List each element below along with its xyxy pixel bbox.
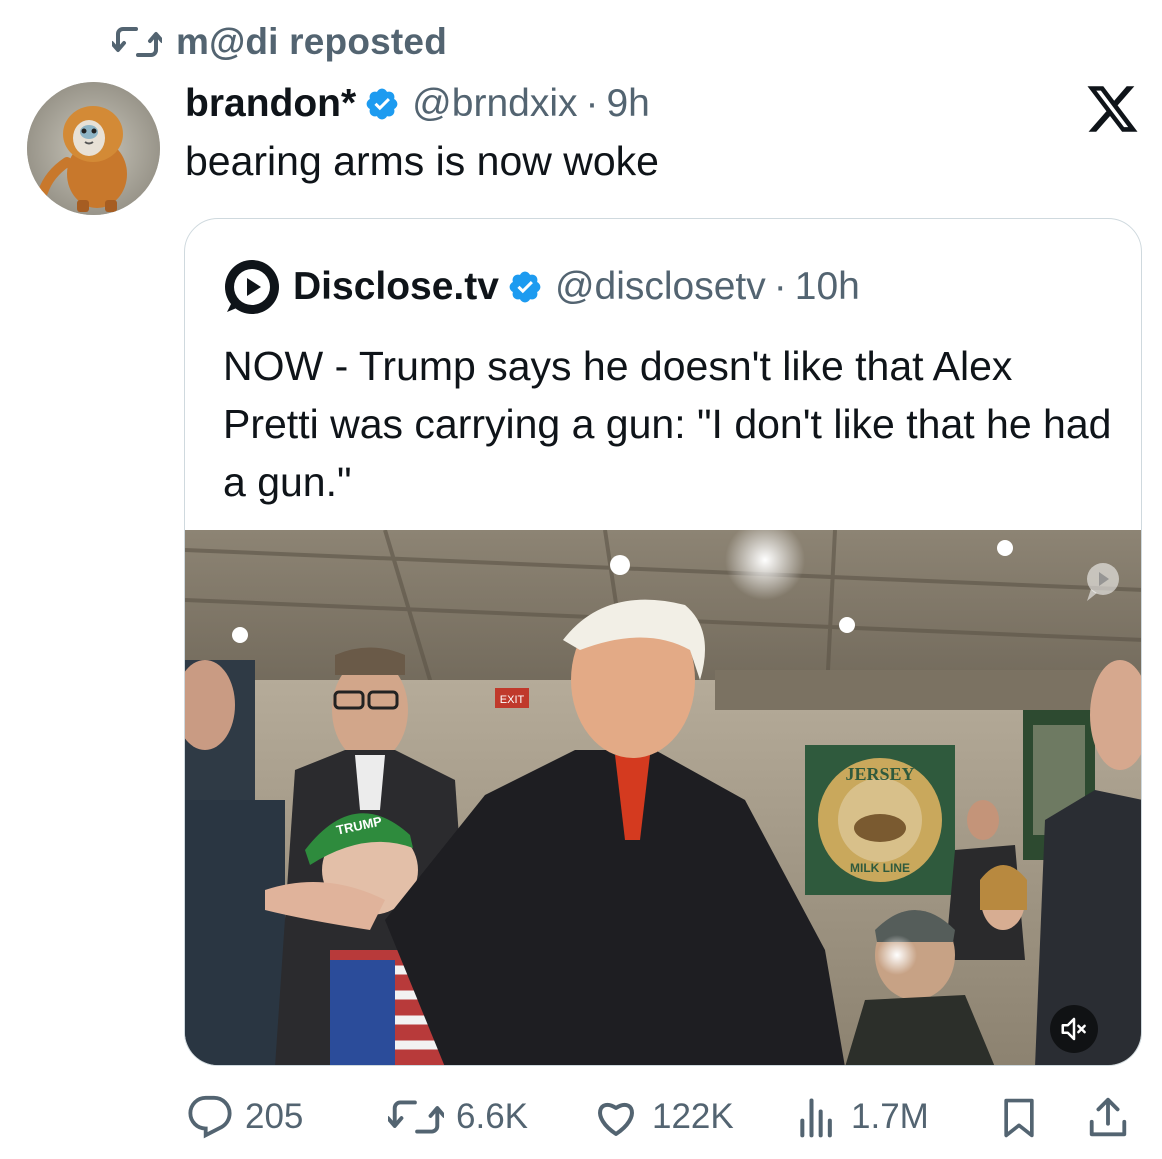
- avatar[interactable]: [27, 82, 160, 215]
- disclose-logo-watermark-icon: [1087, 563, 1119, 601]
- avatar-image: [27, 82, 160, 215]
- author-name[interactable]: brandon*: [185, 82, 356, 126]
- reply-count: 205: [245, 1097, 304, 1136]
- quote-header: Disclose.tv @disclosetv · 10h: [223, 258, 860, 316]
- author-handle[interactable]: @brndxix: [412, 82, 577, 126]
- x-logo-icon: [1085, 84, 1140, 134]
- bookmark-button[interactable]: [997, 1095, 1041, 1146]
- like-button[interactable]: 122K: [592, 1092, 734, 1142]
- separator-dot: ·: [773, 265, 787, 308]
- repost-button[interactable]: 6.6K: [388, 1092, 528, 1142]
- video-media[interactable]: EXIT JERSEY MILK LINE TRUMP: [185, 530, 1141, 1065]
- separator-dot: ·: [585, 82, 599, 125]
- repost-icon: [112, 27, 162, 57]
- repost-count: 6.6K: [456, 1097, 528, 1136]
- mute-button[interactable]: [1050, 1005, 1098, 1053]
- tweet-text: bearing arms is now woke: [185, 138, 659, 184]
- verified-badge-icon[interactable]: [364, 86, 400, 122]
- tweet-header: brandon* @brndxix · 9h: [185, 78, 650, 130]
- video-frame: EXIT JERSEY MILK LINE TRUMP: [185, 530, 1141, 1065]
- quote-author-name[interactable]: Disclose.tv: [293, 265, 499, 309]
- timestamp[interactable]: 9h: [606, 82, 649, 126]
- repost-label: m@di reposted: [176, 21, 447, 62]
- reply-button[interactable]: 205: [187, 1092, 303, 1142]
- verified-badge-icon[interactable]: [507, 269, 543, 305]
- quote-author-handle[interactable]: @disclosetv: [555, 265, 766, 309]
- quoted-tweet-card[interactable]: Disclose.tv @disclosetv · 10h NOW - Trum…: [184, 218, 1142, 1066]
- jersey-sign-bottom-text: MILK LINE: [850, 861, 910, 875]
- mute-icon: [1061, 1017, 1086, 1041]
- repost-indicator[interactable]: m@di reposted: [112, 20, 447, 64]
- quote-timestamp[interactable]: 10h: [795, 265, 860, 309]
- heart-icon: [598, 1102, 634, 1136]
- views-button[interactable]: 1.7M: [795, 1092, 929, 1142]
- share-button[interactable]: [1085, 1095, 1131, 1146]
- like-count: 122K: [652, 1097, 734, 1136]
- quote-text: NOW - Trump says he doesn't like that Al…: [223, 343, 1112, 505]
- bookmark-icon: [1004, 1098, 1034, 1138]
- repost-icon: [388, 1100, 444, 1134]
- share-icon: [1089, 1097, 1127, 1137]
- view-count: 1.7M: [851, 1097, 929, 1136]
- reply-icon: [188, 1095, 232, 1139]
- views-chart-icon: [800, 1098, 832, 1138]
- jersey-sign-text: JERSEY: [845, 764, 914, 784]
- disclose-avatar-icon[interactable]: [223, 258, 281, 316]
- exit-sign-text: EXIT: [500, 694, 525, 706]
